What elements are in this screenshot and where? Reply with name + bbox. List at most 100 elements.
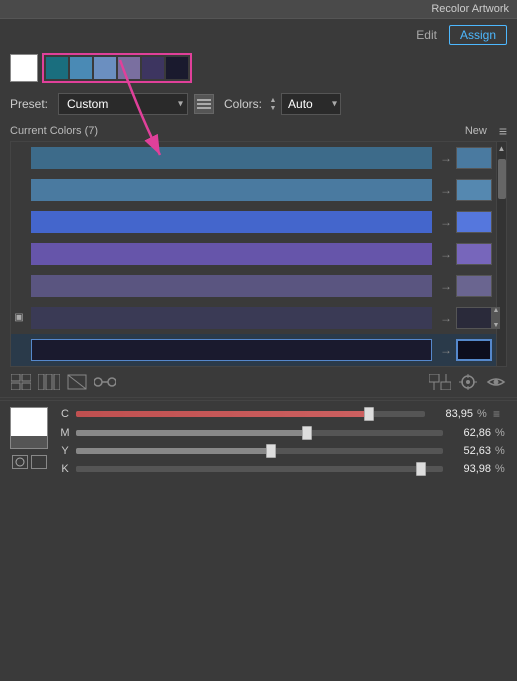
new-label: New (465, 125, 487, 137)
color-mode-icon[interactable] (12, 455, 28, 469)
cmyk-c-menu[interactable]: ≡ (493, 407, 507, 421)
current-color-bar-7[interactable] (31, 339, 432, 361)
colors-select-wrap: Auto 2 3 4 5 6 7 (281, 93, 341, 115)
scroll-thumb[interactable] (498, 159, 506, 199)
cmyk-y-row: Y 52,63 % (58, 445, 507, 457)
arrow-5: → (436, 279, 456, 293)
new-color-swatch-6[interactable] (456, 307, 492, 329)
preset-select-wrap: Custom Default Bright Muted (58, 93, 188, 115)
colors-spin-up[interactable]: ▲ (268, 96, 278, 104)
new-color-swatch-4[interactable] (456, 243, 492, 265)
cmyk-k-row: K 93,98 % (58, 463, 507, 475)
cmyk-m-percent: % (495, 427, 507, 439)
color-preview-swatch[interactable] (10, 407, 48, 449)
cmyk-m-value: 62,86 (447, 427, 491, 439)
current-color-bar-5[interactable] (31, 275, 432, 297)
menu-icon[interactable]: ≡ (499, 123, 507, 139)
cmyk-y-value: 52,63 (447, 445, 491, 457)
arrow-1: → (436, 151, 456, 165)
cmyk-c-row: C 83,95 % ≡ (58, 407, 507, 421)
colors-label: Colors: (224, 97, 262, 111)
swatch-5[interactable] (142, 57, 164, 79)
cmyk-k-label: K (58, 463, 72, 475)
cmyk-y-fill (76, 448, 271, 454)
color-row-2[interactable]: → (11, 174, 496, 206)
link-icon[interactable] (94, 373, 116, 391)
cmyk-k-fill (76, 466, 421, 472)
grid-2x2-icon[interactable] (10, 373, 32, 391)
color-row-6[interactable]: ▣ → ▲ ▼ (11, 302, 496, 334)
preset-select[interactable]: Custom Default Bright Muted (58, 93, 188, 115)
current-color-bar-1[interactable] (31, 147, 432, 169)
cmyk-y-track[interactable] (76, 448, 443, 454)
colors-spin-down[interactable]: ▼ (268, 104, 278, 112)
cmyk-y-percent: % (495, 445, 507, 457)
cmyk-m-fill (76, 430, 307, 436)
cmyk-c-value: 83,95 (429, 408, 473, 420)
arrow-2: → (436, 183, 456, 197)
new-color-swatch-7[interactable] (456, 339, 492, 361)
current-colors-title: Current Colors (7) (10, 125, 98, 137)
cmyk-m-row: M 62,86 % (58, 427, 507, 439)
arrow-6: → (436, 311, 456, 325)
cmyk-c-label: C (58, 408, 72, 420)
color-library-icon[interactable] (31, 455, 47, 469)
swatch-6[interactable] (166, 57, 188, 79)
cmyk-k-value: 93,98 (447, 463, 491, 475)
scrollbar[interactable]: ▲ (496, 142, 506, 366)
color-row-7[interactable]: → (11, 334, 496, 366)
tab-edit[interactable]: Edit (410, 26, 443, 44)
cmyk-c-track[interactable] (76, 411, 425, 417)
grid-3col-icon[interactable] (38, 373, 60, 391)
eye-icon[interactable] (485, 373, 507, 391)
no-recolor-icon[interactable] (66, 373, 88, 391)
cmyk-k-thumb[interactable] (416, 462, 426, 476)
color-rows-list: → → → → → (11, 142, 496, 366)
preset-row: Preset: Custom Default Bright Muted Colo… (0, 89, 517, 119)
current-color-bar-6[interactable] (31, 307, 432, 329)
colors-select[interactable]: Auto 2 3 4 5 6 7 (281, 93, 341, 115)
swatch-2[interactable] (70, 57, 92, 79)
cmyk-m-thumb[interactable] (302, 426, 312, 440)
preset-label: Preset: (10, 97, 52, 111)
color-row-3[interactable]: → (11, 206, 496, 238)
bottom-toolbar (0, 369, 517, 395)
toolbar-left (10, 373, 116, 391)
arrow-4: → (436, 247, 456, 261)
preset-list-icon[interactable] (194, 94, 214, 114)
toolbar-right (429, 373, 507, 391)
cmyk-y-thumb[interactable] (266, 444, 276, 458)
swatches-row (0, 49, 517, 89)
new-color-swatch-5[interactable] (456, 275, 492, 297)
swap-icon[interactable] (429, 373, 451, 391)
arrow-7: → (436, 343, 456, 357)
cmyk-y-label: Y (58, 445, 72, 457)
current-color-bar-2[interactable] (31, 179, 432, 201)
color-swatches-group (42, 53, 192, 83)
row-indicator-6: ▣ (11, 312, 27, 323)
scroll-up-btn[interactable]: ▲ (498, 142, 506, 155)
cmyk-c-percent: % (477, 408, 489, 420)
target-icon[interactable] (457, 373, 479, 391)
new-color-swatch-2[interactable] (456, 179, 492, 201)
swatch-scroll-6[interactable]: ▲ ▼ (492, 307, 500, 329)
swatch-3[interactable] (94, 57, 116, 79)
cmyk-m-track[interactable] (76, 430, 443, 436)
color-row-4[interactable]: → (11, 238, 496, 270)
cmyk-top: C 83,95 % ≡ M 62,86 % (10, 407, 507, 481)
current-color-bar-4[interactable] (31, 243, 432, 265)
white-swatch[interactable] (10, 54, 38, 82)
current-colors-header: Current Colors (7) New ≡ (0, 119, 517, 141)
cmyk-c-fill (76, 411, 369, 417)
new-color-swatch-3[interactable] (456, 211, 492, 233)
swatch-4[interactable] (118, 57, 140, 79)
color-row-1[interactable]: → (11, 142, 496, 174)
new-color-swatch-1[interactable] (456, 147, 492, 169)
current-color-bar-3[interactable] (31, 211, 432, 233)
cmyk-c-thumb[interactable] (364, 407, 374, 421)
color-row-5[interactable]: → (11, 270, 496, 302)
tab-assign[interactable]: Assign (449, 25, 507, 45)
cmyk-sliders: C 83,95 % ≡ M 62,86 % (58, 407, 507, 481)
cmyk-k-track[interactable] (76, 466, 443, 472)
swatch-1[interactable] (46, 57, 68, 79)
